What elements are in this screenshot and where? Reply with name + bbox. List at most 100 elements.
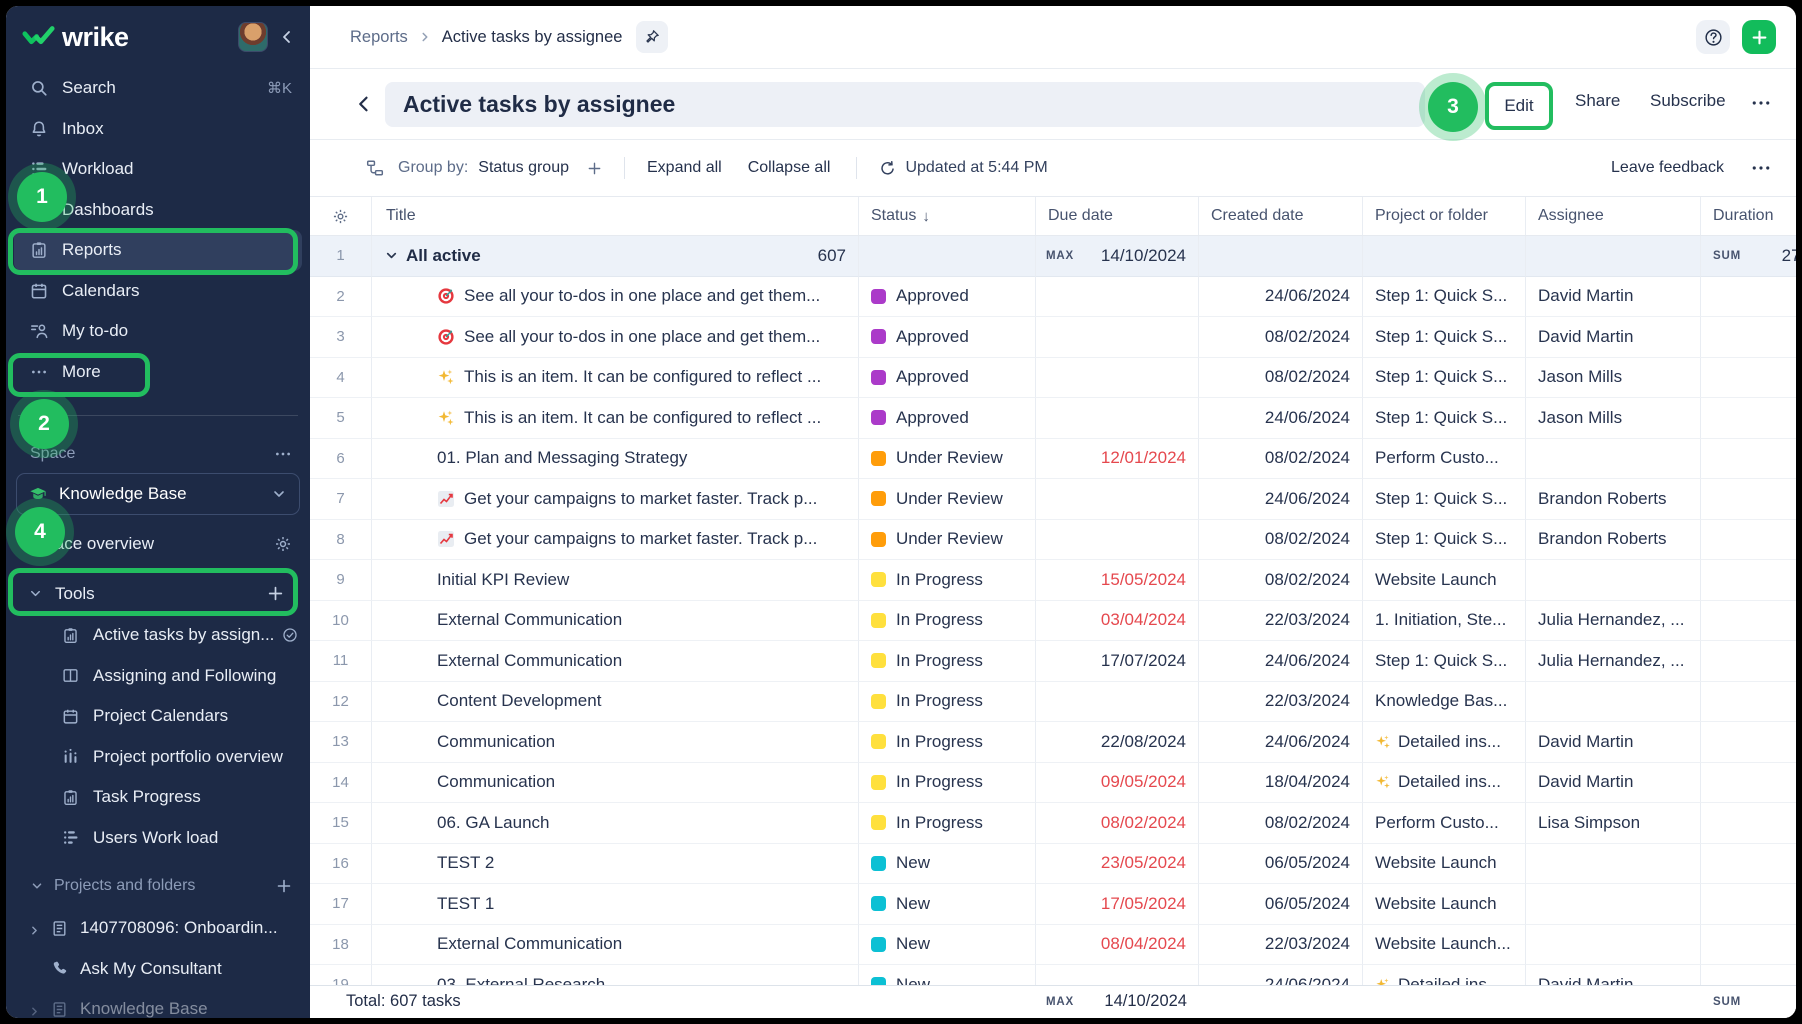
group-by-icon[interactable] bbox=[366, 159, 384, 177]
table-row[interactable]: 2See all your to-dos in one place and ge… bbox=[310, 277, 1796, 318]
sidebar-tool-project-calendars[interactable]: Project Calendars bbox=[14, 696, 302, 737]
footer-max-label: MAX bbox=[1046, 996, 1074, 1008]
table-row[interactable]: 9Initial KPI ReviewIn Progress15/05/2024… bbox=[310, 560, 1796, 601]
leave-feedback-button[interactable]: Leave feedback bbox=[1611, 159, 1724, 177]
column-header-status[interactable]: Status↓ bbox=[859, 197, 1036, 235]
sidebar-tool-task-progress[interactable]: Task Progress bbox=[14, 777, 302, 818]
table-row[interactable]: 601. Plan and Messaging StrategyUnder Re… bbox=[310, 439, 1796, 480]
portfolio-icon bbox=[62, 748, 79, 765]
sidebar-project-ask-my-consultant[interactable]: Ask My Consultant bbox=[14, 949, 302, 990]
sparkles-icon bbox=[437, 368, 455, 386]
tool-label: Active tasks by assign... bbox=[93, 625, 274, 645]
table-row[interactable]: 4This is an item. It can be configured t… bbox=[310, 358, 1796, 399]
table-row[interactable]: 1506. GA LaunchIn Progress08/02/202408/0… bbox=[310, 803, 1796, 844]
project-name: Step 1: Quick S... bbox=[1375, 651, 1507, 671]
column-header-title[interactable]: Title bbox=[372, 197, 859, 235]
graduation-cap-icon bbox=[29, 485, 47, 503]
help-button[interactable] bbox=[1696, 20, 1730, 54]
table-row[interactable]: 3See all your to-dos in one place and ge… bbox=[310, 317, 1796, 358]
status-cell: Under Review bbox=[859, 439, 1036, 480]
table-row[interactable]: 17TEST 1New17/05/202406/05/2024Website L… bbox=[310, 884, 1796, 925]
created-date-cell: 24/06/2024 bbox=[1199, 398, 1363, 439]
breadcrumb-reports[interactable]: Reports bbox=[350, 28, 408, 47]
table-row[interactable]: 18External CommunicationNew08/04/202422/… bbox=[310, 925, 1796, 966]
add-tool-button[interactable] bbox=[267, 585, 284, 602]
sidebar-item-more[interactable]: More bbox=[14, 352, 302, 393]
sidebar-section-projects[interactable]: Projects and folders bbox=[14, 866, 302, 906]
created-date: 24/06/2024 bbox=[1265, 732, 1350, 752]
add-group-button[interactable] bbox=[587, 161, 602, 176]
status-label: In Progress bbox=[896, 570, 983, 590]
assignee-cell: Jason Mills bbox=[1526, 358, 1701, 399]
task-title-content: This is an item. It can be configured to… bbox=[372, 367, 821, 387]
refresh-icon[interactable] bbox=[879, 160, 896, 177]
sidebar-project-knowledge-base[interactable]: Knowledge Base bbox=[14, 989, 302, 1018]
column-header-due-date[interactable]: Due date bbox=[1036, 197, 1199, 235]
column-header-created-date[interactable]: Created date bbox=[1199, 197, 1363, 235]
project-name: Website Launch bbox=[1375, 853, 1497, 873]
column-header-duration[interactable]: Duration bbox=[1701, 197, 1796, 235]
task-title-content: Initial KPI Review bbox=[372, 570, 569, 590]
report-title-field[interactable]: Active tasks by assignee bbox=[385, 82, 1425, 127]
project-cell: Website Launch bbox=[1363, 844, 1526, 885]
sidebar-item-my-to-do[interactable]: My to-do bbox=[14, 311, 302, 352]
chevron-down-icon[interactable] bbox=[384, 248, 399, 263]
sidebar-tool-users-work-load[interactable]: Users Work load bbox=[14, 818, 302, 859]
table-settings-gear-icon[interactable] bbox=[332, 208, 349, 225]
sidebar-section-tools[interactable]: Tools bbox=[14, 573, 296, 614]
group-row-all-active[interactable]: 1 All active 607 MAX 14/10/2024 SUM 272 bbox=[310, 236, 1796, 277]
collapse-sidebar-button[interactable] bbox=[274, 24, 300, 50]
more-actions-button[interactable] bbox=[1750, 94, 1772, 112]
sidebar-item-inbox[interactable]: Inbox bbox=[14, 109, 302, 150]
sidebar-item-calendars[interactable]: Calendars bbox=[14, 271, 302, 312]
task-title-content: Content Development bbox=[372, 691, 601, 711]
table-row[interactable]: 8Get your campaigns to market faster. Tr… bbox=[310, 520, 1796, 561]
created-date: 08/02/2024 bbox=[1265, 367, 1350, 387]
project-cell: Step 1: Quick S... bbox=[1363, 641, 1526, 682]
user-avatar[interactable] bbox=[238, 22, 268, 52]
table-row[interactable]: 12Content DevelopmentIn Progress22/03/20… bbox=[310, 682, 1796, 723]
toolbar-more-button[interactable] bbox=[1750, 159, 1772, 177]
sidebar-tool-project-portfolio-overview[interactable]: Project portfolio overview bbox=[14, 737, 302, 778]
created-date: 24/06/2024 bbox=[1265, 408, 1350, 428]
space-more-button[interactable] bbox=[274, 445, 292, 463]
add-project-button[interactable] bbox=[276, 878, 292, 894]
sidebar-tool-active-tasks-by-assign[interactable]: Active tasks by assign... bbox=[14, 615, 302, 656]
table-row[interactable]: 13CommunicationIn Progress22/08/202424/0… bbox=[310, 722, 1796, 763]
chevron-right-icon bbox=[418, 30, 432, 44]
group-by-value[interactable]: Status group bbox=[478, 159, 569, 177]
subscribe-button[interactable]: Subscribe bbox=[1650, 91, 1726, 111]
wrike-window: wrike Search⌘KInboxWorkloadDashboardsRep… bbox=[6, 6, 1796, 1018]
create-new-button[interactable] bbox=[1742, 20, 1776, 54]
sidebar-tool-assigning-and-following[interactable]: Assigning and Following bbox=[14, 656, 302, 697]
due-date-cell bbox=[1036, 358, 1199, 399]
space-selector[interactable]: Knowledge Base bbox=[16, 473, 300, 515]
share-button[interactable]: Share bbox=[1575, 91, 1620, 111]
expand-all-button[interactable]: Expand all bbox=[647, 159, 722, 177]
project-name: Website Launch bbox=[1375, 570, 1497, 590]
project-name: Step 1: Quick S... bbox=[1375, 408, 1507, 428]
table-row[interactable]: 14CommunicationIn Progress09/05/202418/0… bbox=[310, 763, 1796, 804]
sidebar-item-reports[interactable]: Reports bbox=[14, 230, 302, 271]
status-label: In Progress bbox=[896, 813, 983, 833]
column-header-assignee[interactable]: Assignee bbox=[1526, 197, 1701, 235]
created-date: 24/06/2024 bbox=[1265, 651, 1350, 671]
gear-icon[interactable] bbox=[274, 535, 292, 553]
table-row[interactable]: 5This is an item. It can be configured t… bbox=[310, 398, 1796, 439]
sidebar-project-1407708096-onboardin[interactable]: 1407708096: Onboardin... bbox=[14, 908, 302, 949]
table-row[interactable]: 7Get your campaigns to market faster. Tr… bbox=[310, 479, 1796, 520]
task-title-cell: 06. GA Launch bbox=[372, 803, 859, 844]
collapse-all-button[interactable]: Collapse all bbox=[748, 159, 831, 177]
back-button[interactable] bbox=[354, 94, 374, 114]
footer-max-value: 14/10/2024 bbox=[1104, 992, 1187, 1011]
sidebar-item-search[interactable]: Search⌘K bbox=[14, 68, 302, 109]
table-row[interactable]: 10External CommunicationIn Progress03/04… bbox=[310, 601, 1796, 642]
column-header-project[interactable]: Project or folder bbox=[1363, 197, 1526, 235]
table-row[interactable]: 11External CommunicationIn Progress17/07… bbox=[310, 641, 1796, 682]
table-row[interactable]: 16TEST 2New23/05/202406/05/2024Website L… bbox=[310, 844, 1796, 885]
pin-button[interactable] bbox=[636, 21, 668, 53]
created-date: 18/04/2024 bbox=[1265, 772, 1350, 792]
edit-button[interactable]: Edit bbox=[1485, 82, 1553, 130]
created-date-cell: 08/02/2024 bbox=[1199, 560, 1363, 601]
assignee-name: David Martin bbox=[1538, 327, 1633, 347]
